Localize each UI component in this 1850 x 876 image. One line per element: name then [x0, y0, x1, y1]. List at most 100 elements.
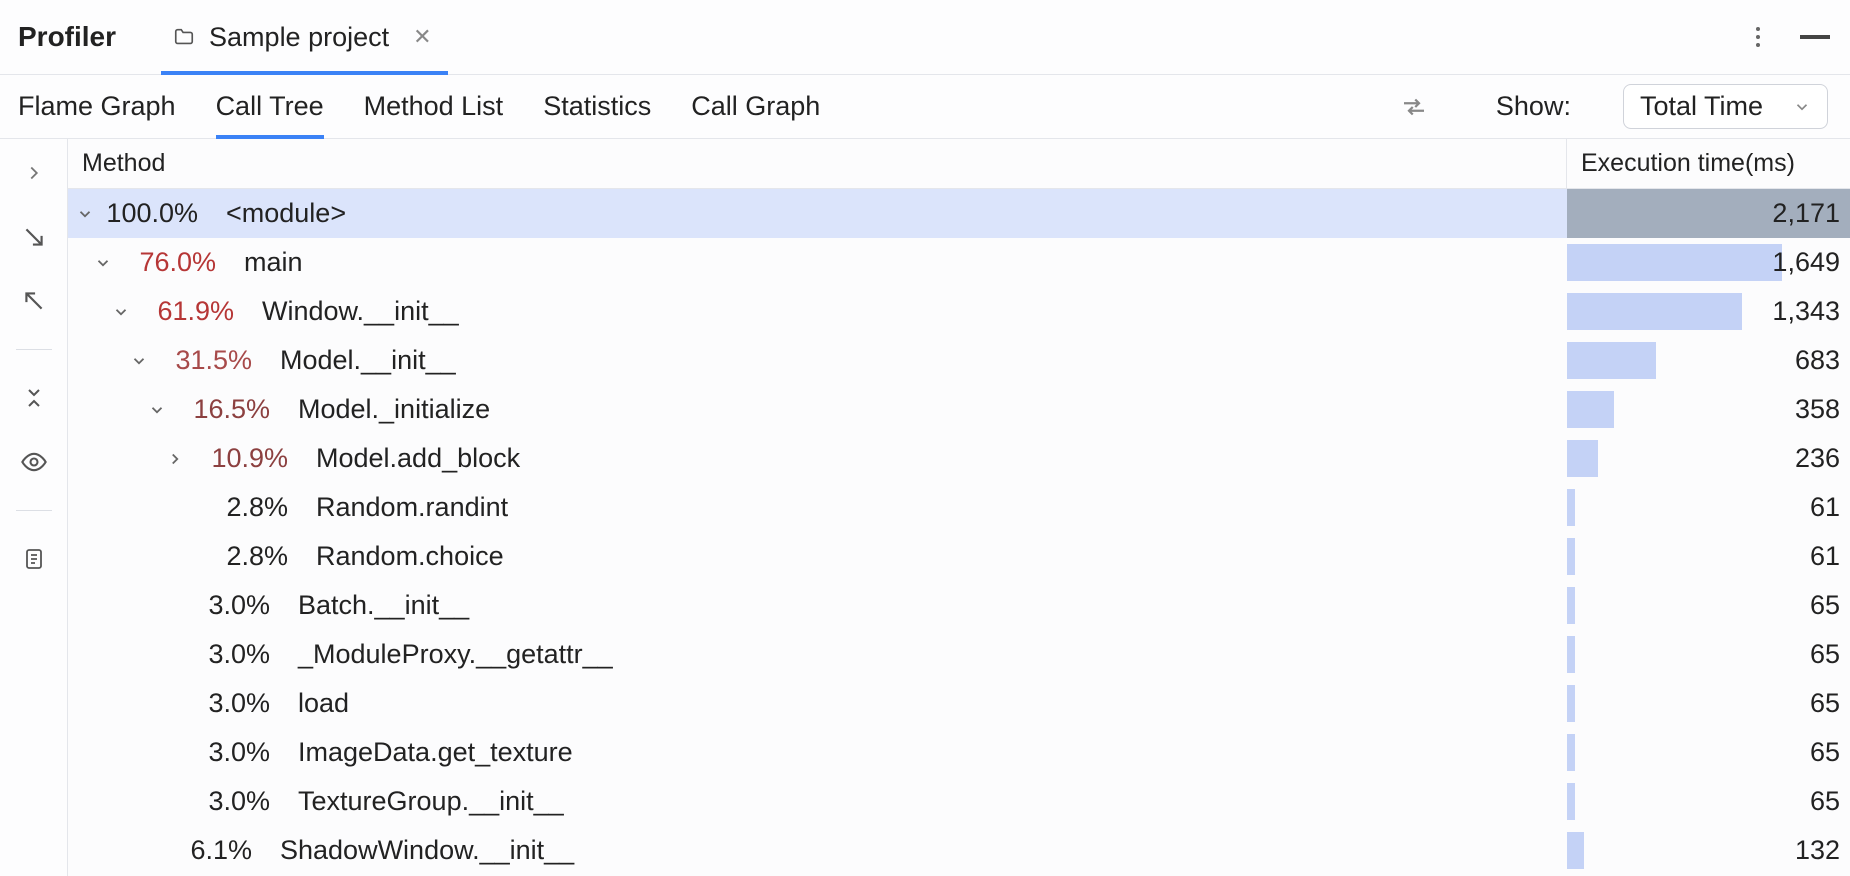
eye-icon[interactable]: [18, 446, 50, 478]
tab-statistics[interactable]: Statistics: [543, 75, 651, 138]
show-dropdown-value: Total Time: [1640, 91, 1763, 122]
project-tab-label: Sample project: [209, 22, 389, 53]
table-header: Method Execution time(ms): [68, 139, 1850, 189]
exec-value: 65: [1810, 737, 1840, 768]
exec-bar: [1567, 293, 1742, 330]
tree-row[interactable]: 2.8% Random.randint 61: [68, 483, 1850, 532]
col-method[interactable]: Method: [68, 139, 1566, 188]
method-name: Model.__init__: [280, 345, 456, 376]
swap-icon[interactable]: [1396, 89, 1432, 125]
exec-bar: [1567, 832, 1584, 869]
method-name: Model._initialize: [298, 394, 490, 425]
percentage: 76.0%: [116, 247, 216, 278]
tree-row[interactable]: 76.0% main 1,649: [68, 238, 1850, 287]
chevron-down-icon[interactable]: [148, 401, 170, 419]
tool-title: Profiler: [18, 21, 116, 53]
view-tabs: Flame Graph Call Tree Method List Statis…: [0, 75, 1850, 139]
tab-call-graph[interactable]: Call Graph: [691, 75, 820, 138]
tree-row[interactable]: 3.0%load65: [68, 679, 1850, 728]
percentage: 61.9%: [134, 296, 234, 327]
tab-flame-graph[interactable]: Flame Graph: [18, 75, 176, 138]
chevron-down-icon[interactable]: [112, 303, 134, 321]
percentage: 3.0%: [170, 737, 270, 768]
collapse-icon[interactable]: [18, 382, 50, 414]
percentage: 2.8%: [188, 541, 288, 572]
percentage: 3.0%: [170, 590, 270, 621]
percentage: 6.1%: [152, 835, 252, 866]
method-name: Batch.__init__: [298, 590, 469, 621]
exec-value: 2,171: [1772, 198, 1840, 229]
chevron-down-icon[interactable]: [76, 205, 98, 223]
exec-bar: [1567, 587, 1575, 624]
close-tab-button[interactable]: ✕: [407, 18, 437, 56]
exec-bar: [1567, 685, 1575, 722]
tree-row[interactable]: 2.8% Random.choice 61: [68, 532, 1850, 581]
tree-row[interactable]: 16.5%Model._initialize358: [68, 385, 1850, 434]
document-icon[interactable]: [18, 543, 50, 575]
exec-bar: [1567, 391, 1614, 428]
exec-value: 65: [1810, 639, 1840, 670]
left-gutter: [0, 139, 68, 876]
tree-row[interactable]: 3.0% _ModuleProxy.__getattr__ 65: [68, 630, 1850, 679]
exec-value: 683: [1795, 345, 1840, 376]
tree-row[interactable]: 100.0% <module> 2,171: [68, 189, 1850, 238]
method-name: Window.__init__: [262, 296, 459, 327]
chevron-down-icon[interactable]: [130, 352, 152, 370]
show-dropdown[interactable]: Total Time: [1623, 84, 1828, 129]
tree-row[interactable]: 6.1%ShadowWindow.__init__132: [68, 826, 1850, 875]
project-tab[interactable]: Sample project ✕: [161, 0, 448, 74]
gutter-separator: [16, 510, 52, 511]
col-execution-time[interactable]: Execution time(ms): [1566, 139, 1850, 188]
chevron-down-icon: [1793, 98, 1811, 116]
method-name: TextureGroup.__init__: [298, 786, 564, 817]
exec-value: 236: [1795, 443, 1840, 474]
tab-call-tree[interactable]: Call Tree: [216, 75, 324, 138]
exec-value: 65: [1810, 688, 1840, 719]
exec-bar: [1567, 538, 1575, 575]
gutter-separator: [16, 349, 52, 350]
method-name: main: [244, 247, 303, 278]
minimize-button[interactable]: [1800, 35, 1830, 39]
percentage: 31.5%: [152, 345, 252, 376]
tree-row[interactable]: 3.0% TextureGroup.__init__ 65: [68, 777, 1850, 826]
exec-value: 61: [1810, 492, 1840, 523]
method-name: ImageData.get_texture: [298, 737, 573, 768]
percentage: 16.5%: [170, 394, 270, 425]
exec-bar: [1567, 440, 1598, 477]
header: Profiler Sample project ✕: [0, 0, 1850, 75]
chevron-down-icon[interactable]: [94, 254, 116, 272]
percentage: 3.0%: [170, 786, 270, 817]
method-name: Random.randint: [316, 492, 508, 523]
tree-row[interactable]: 3.0% ImageData.get_texture 65: [68, 728, 1850, 777]
tab-method-list[interactable]: Method List: [364, 75, 504, 138]
tree-row[interactable]: 61.9%Window.__init__1,343: [68, 287, 1850, 336]
exec-value: 65: [1810, 590, 1840, 621]
tree-row[interactable]: 31.5% Model.__init__ 683: [68, 336, 1850, 385]
method-name: _ModuleProxy.__getattr__: [298, 639, 613, 670]
exec-bar: [1567, 244, 1782, 281]
arrow-down-right-icon[interactable]: [18, 221, 50, 253]
method-name: <module>: [226, 198, 346, 229]
show-label: Show:: [1496, 91, 1571, 122]
exec-value: 1,649: [1772, 247, 1840, 278]
more-menu-button[interactable]: [1740, 19, 1776, 55]
arrow-up-left-icon[interactable]: [18, 285, 50, 317]
percentage: 100.0%: [98, 198, 198, 229]
exec-bar: [1567, 734, 1575, 771]
call-tree-rows[interactable]: 100.0% <module> 2,171 76.0% main 1,649 61.9% Wi…: [68, 189, 1850, 876]
exec-bar: [1567, 783, 1575, 820]
exec-bar: [1567, 489, 1575, 526]
percentage: 3.0%: [170, 639, 270, 670]
chevron-right-icon[interactable]: [166, 450, 188, 468]
tree-row[interactable]: 3.0% Batch.__init__ 65: [68, 581, 1850, 630]
percentage: 3.0%: [170, 688, 270, 719]
exec-value: 61: [1810, 541, 1840, 572]
percentage: 2.8%: [188, 492, 288, 523]
method-name: Random.choice: [316, 541, 504, 572]
percentage: 10.9%: [188, 443, 288, 474]
method-name: Model.add_block: [316, 443, 520, 474]
tree-row[interactable]: 10.9% Model.add_block 236: [68, 434, 1850, 483]
exec-bar: [1567, 636, 1575, 673]
exec-value: 65: [1810, 786, 1840, 817]
chevron-right-icon[interactable]: [18, 157, 50, 189]
